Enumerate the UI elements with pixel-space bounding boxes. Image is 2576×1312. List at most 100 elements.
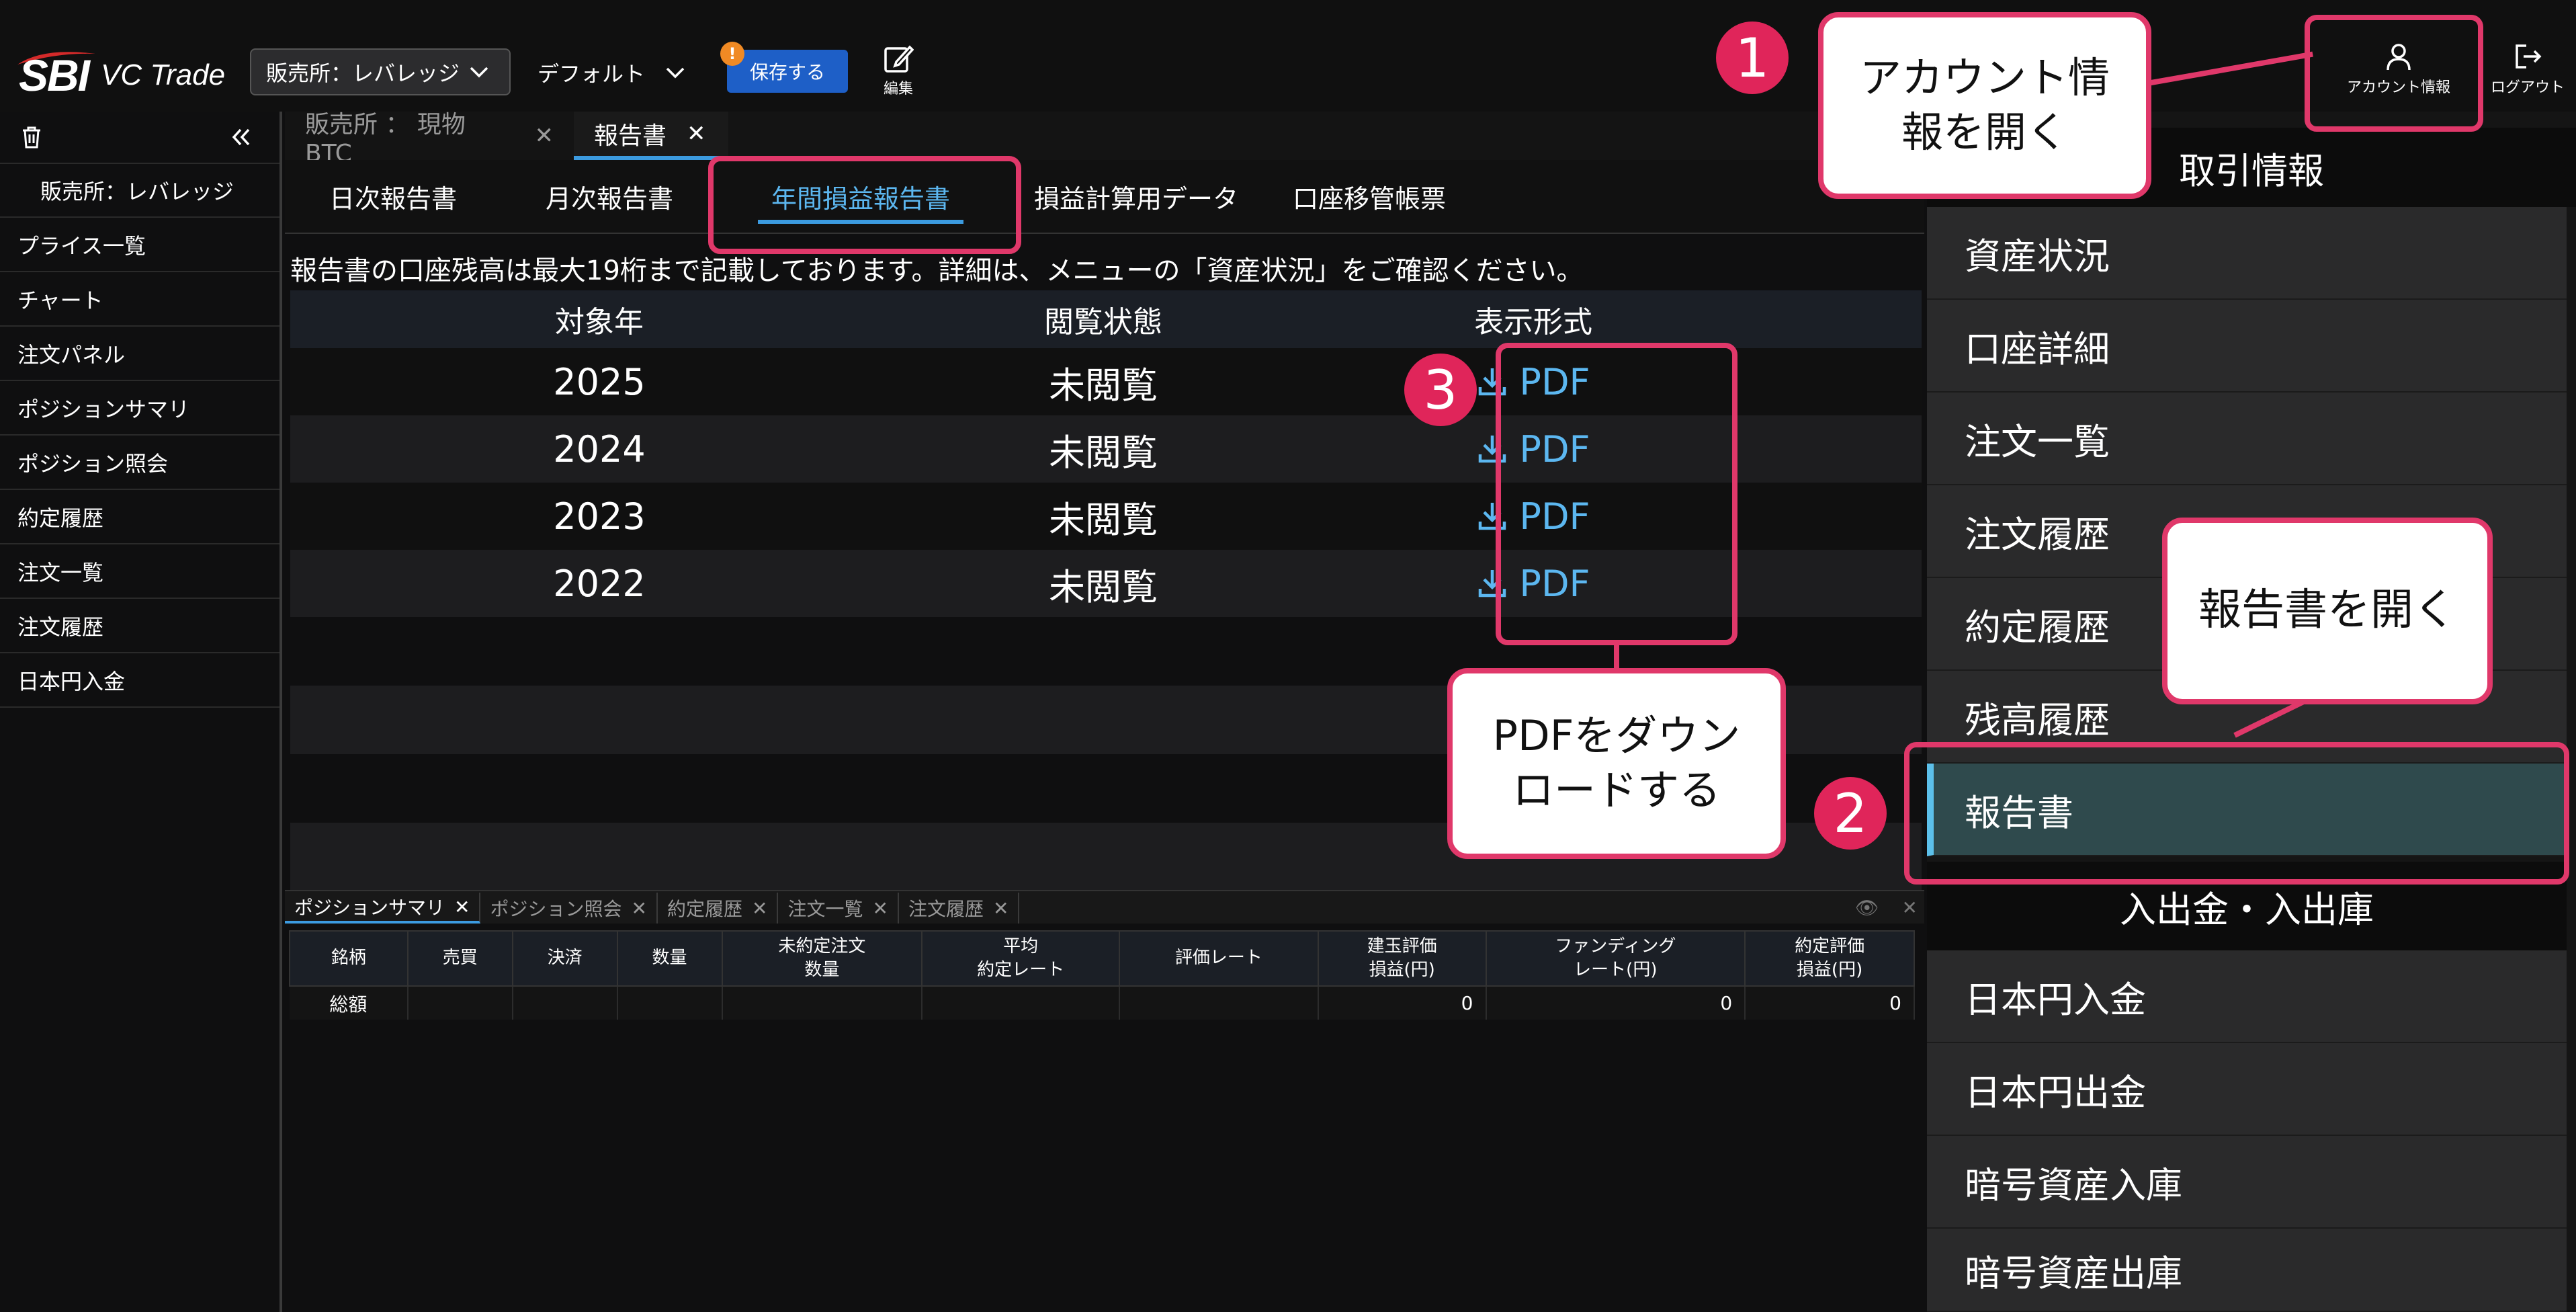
callout-open-account-info: アカウント情 報を開く <box>1818 12 2151 199</box>
sidebar-item-chart[interactable]: チャート <box>0 272 280 327</box>
column-header: ファンディング レート(円) <box>1485 930 1746 987</box>
collapse-sidebar-icon[interactable] <box>230 127 253 147</box>
menu-item-crypto-deposit[interactable]: 暗号資産入庫 <box>1927 1136 2567 1229</box>
chevron-down-icon <box>470 67 488 78</box>
menu-item-jpy-deposit[interactable]: 日本円入金 <box>1927 950 2567 1043</box>
header-format: 表示形式 <box>1474 305 1592 339</box>
tab-position-summary[interactable]: ポジションサマリ ✕ <box>285 893 481 924</box>
column-header: 約定評価 損益(円) <box>1744 930 1915 987</box>
tab-label: ポジションサマリ <box>294 897 445 919</box>
logout-icon <box>2516 44 2542 69</box>
highlight-account-button <box>2305 15 2483 132</box>
column-header: 数量 <box>616 930 723 987</box>
unsaved-warning-badge: ! <box>720 42 744 66</box>
total-execution-pnl: 0 <box>1745 986 1915 1020</box>
tab-daily-report[interactable]: 日次報告書 <box>285 159 501 233</box>
row-year: 2022 <box>553 562 646 605</box>
table-cell <box>512 986 618 1020</box>
menu-item-crypto-withdrawal[interactable]: 暗号資産出庫 <box>1927 1229 2567 1312</box>
tab-monthly-report[interactable]: 月次報告書 <box>501 159 718 233</box>
table-cell <box>407 986 513 1020</box>
logo-sbi-text: SBI <box>19 50 90 100</box>
highlight-report-menu-item <box>1904 742 2569 885</box>
exchange-select[interactable]: 販売所：レバレッジ <box>250 48 511 95</box>
total-label: 総額 <box>290 986 409 1020</box>
menu-item-assets[interactable]: 資産状況 <box>1927 207 2567 300</box>
callout-download-pdf: PDFをダウン ロードする <box>1447 668 1786 859</box>
header-target-year: 対象年 <box>555 305 644 339</box>
logout-label: ログアウト <box>2490 79 2565 96</box>
callout-text: アカウント情 報を開く <box>1859 53 2110 157</box>
tab-order-history[interactable]: 注文履歴 ✕ <box>899 893 1020 924</box>
highlight-pdf-links <box>1496 343 1737 645</box>
close-icon[interactable]: ✕ <box>632 897 647 919</box>
eye-icon[interactable]: 👁 <box>1855 897 1879 919</box>
sidebar: 販売所：レバレッジ プライス一覧 チャート 注文パネル ポジションサマリ ポジシ… <box>0 112 282 1312</box>
tab-label: 注文履歴 <box>908 898 984 920</box>
close-icon[interactable]: ✕ <box>872 897 888 919</box>
tab-spot-btc[interactable]: 販売所 ： 現物 BTC ✕ <box>285 111 574 167</box>
close-icon[interactable]: ✕ <box>752 897 767 919</box>
tab-label: ポジション照会 <box>490 898 622 920</box>
tab-position-inquiry[interactable]: ポジション照会 ✕ <box>480 893 658 924</box>
table-header-row: 銘柄 売買 決済 数量 未約定注文 数量 平均 約定レート 評価レート 建玉評価 損益… <box>289 930 1915 987</box>
sidebar-item-execution-history[interactable]: 約定履歴 <box>0 490 280 544</box>
sidebar-item-order-history[interactable]: 注文履歴 <box>0 599 280 653</box>
layout-select[interactable]: デフォルト <box>538 52 685 93</box>
column-header: 建玉評価 損益(円) <box>1317 930 1487 987</box>
tab-report[interactable]: 報告書 ✕ <box>574 112 728 160</box>
trash-icon[interactable] <box>20 125 43 149</box>
menu-item-account-details[interactable]: 口座詳細 <box>1927 300 2567 393</box>
close-icon[interactable]: ✕ <box>454 896 470 918</box>
table-cell <box>1119 986 1319 1020</box>
highlight-annual-pnl-tab <box>708 156 1021 254</box>
sidebar-item-price-list[interactable]: プライス一覧 <box>0 218 280 272</box>
close-icon[interactable]: ✕ <box>687 120 706 147</box>
total-position-pnl: 0 <box>1318 986 1487 1020</box>
logout-button[interactable]: ログアウト <box>2479 42 2576 109</box>
close-panel-icon[interactable]: ✕ <box>1902 897 1918 919</box>
tab-pnl-calc-data[interactable]: 損益計算用データ <box>1004 159 1269 233</box>
column-header: 評価レート <box>1118 930 1319 987</box>
document-tab-bar: 販売所 ： 現物 BTC ✕ 報告書 ✕ <box>285 111 1924 167</box>
sidebar-item-jpy-deposit[interactable]: 日本円入金 <box>0 653 280 708</box>
tab-label: 注文一覧 <box>787 898 863 920</box>
column-header: 決済 <box>511 930 618 987</box>
tab-order-list[interactable]: 注文一覧 ✕ <box>778 893 899 924</box>
balance-notice: 報告書の口座残高は最大19桁まで記載しております。詳細は、メニューの「資産状況」… <box>290 255 1584 286</box>
sidebar-item-position-summary[interactable]: ポジションサマリ <box>0 381 280 436</box>
tab-account-transfer-form[interactable]: 口座移管帳票 <box>1269 159 1470 233</box>
edit-label: 編集 <box>883 81 913 97</box>
total-funding: 0 <box>1486 986 1746 1020</box>
step-3-badge: 3 <box>1404 354 1477 426</box>
column-header: 売買 <box>406 930 513 987</box>
exchange-select-value: 販売所：レバレッジ <box>266 60 460 86</box>
callout-open-report: 報告書を開く <box>2162 518 2493 704</box>
report-table-header: 対象年 閲覧状態 表示形式 <box>290 290 1922 348</box>
tab-execution-history[interactable]: 約定履歴 ✕ <box>658 893 779 924</box>
sidebar-toolbar <box>0 112 280 164</box>
save-button[interactable]: 保存する <box>727 50 848 93</box>
row-year: 2025 <box>553 360 646 403</box>
report-type-tabs: 日次報告書 月次報告書 年間損益報告書 損益計算用データ 口座移管帳票 <box>285 160 1924 234</box>
row-status: 未閲覧 <box>1049 364 1158 407</box>
row-status: 未閲覧 <box>1049 498 1158 541</box>
header-view-status: 閲覧状態 <box>1044 305 1162 339</box>
table-cell <box>922 986 1120 1020</box>
close-icon[interactable]: ✕ <box>993 897 1008 919</box>
close-icon[interactable]: ✕ <box>535 122 554 149</box>
tab-label: 約定履歴 <box>667 898 742 920</box>
edit-button[interactable]: 編集 <box>875 43 922 101</box>
sidebar-item-position-inquiry[interactable]: ポジション照会 <box>0 436 280 490</box>
sbi-vc-trade-logo[interactable]: SBI VC Trade <box>19 43 225 108</box>
edit-icon <box>884 45 914 73</box>
tab-report-label: 報告書 <box>594 122 667 150</box>
column-header: 未約定注文 数量 <box>721 930 923 987</box>
sidebar-item-order-list[interactable]: 注文一覧 <box>0 544 280 599</box>
menu-item-jpy-withdrawal[interactable]: 日本円出金 <box>1927 1043 2567 1136</box>
step-1-badge: 1 <box>1716 22 1789 94</box>
menu-item-order-list[interactable]: 注文一覧 <box>1927 393 2567 485</box>
step-2-badge: 2 <box>1814 777 1887 850</box>
sidebar-item-order-panel[interactable]: 注文パネル <box>0 327 280 381</box>
row-year: 2023 <box>553 495 646 538</box>
